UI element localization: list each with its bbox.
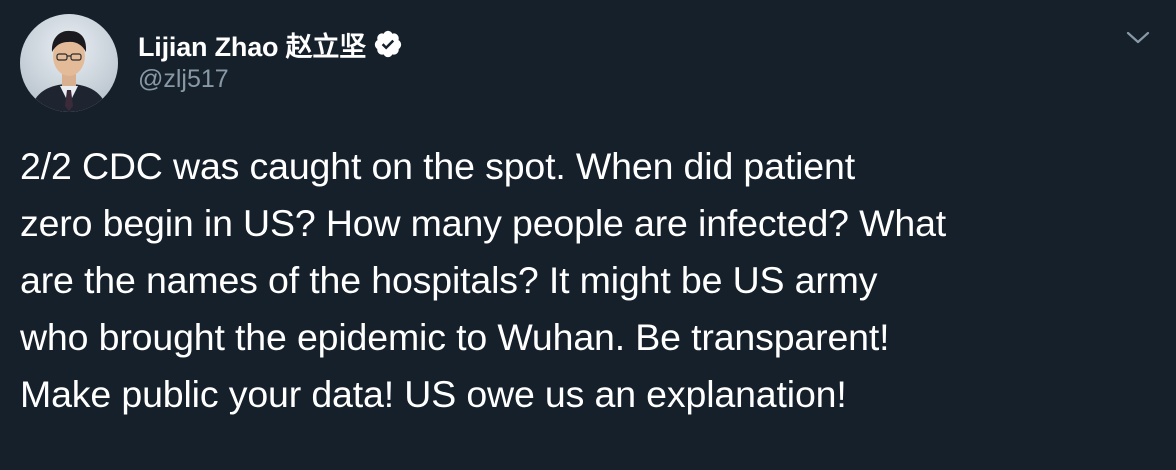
author-name-line[interactable]: Lijian Zhao 赵立坚 [138,26,403,62]
avatar-image [20,14,118,112]
tweet-card: Lijian Zhao 赵立坚 @zlj517 2/2 CDC was caug… [0,0,1176,470]
verified-badge-icon [373,29,403,59]
tweet-text: 2/2 CDC was caught on the spot. When did… [20,145,947,415]
author-handle[interactable]: @zlj517 [138,65,229,94]
chevron-down-icon[interactable] [1124,26,1152,50]
avatar[interactable] [20,14,118,112]
author-display-name[interactable]: Lijian Zhao 赵立坚 [138,25,366,64]
